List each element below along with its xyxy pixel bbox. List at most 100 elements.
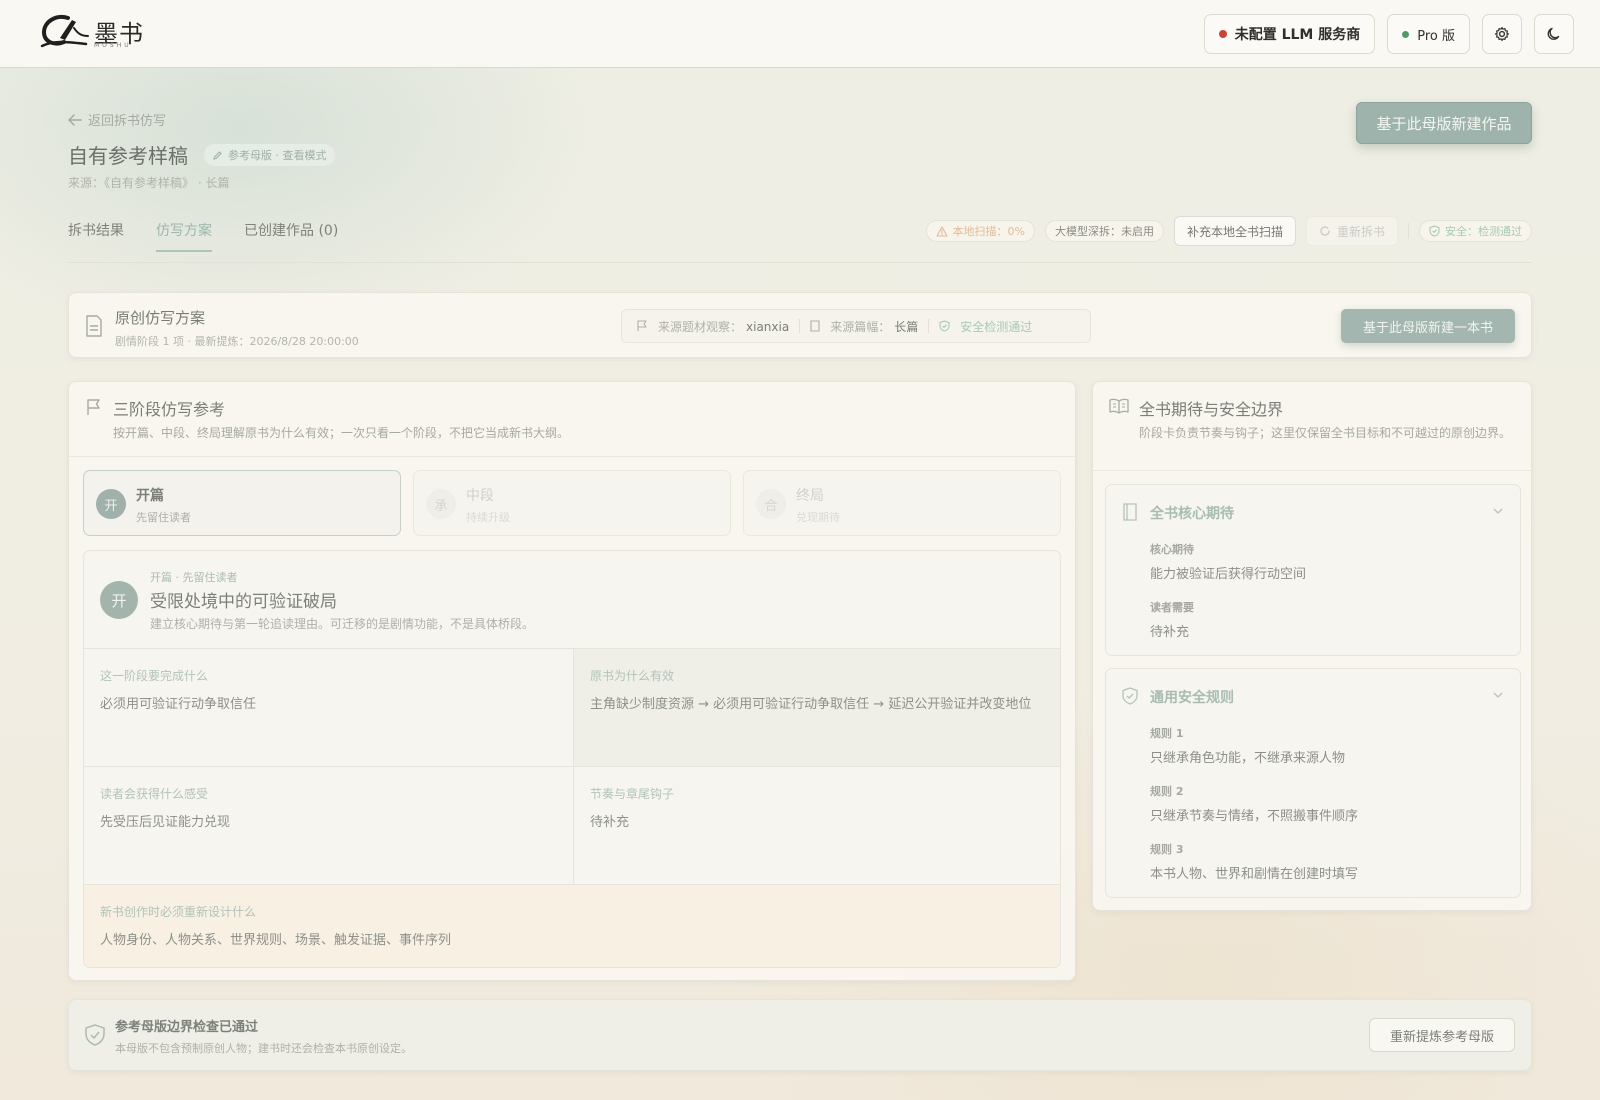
stage-detail-title: 受限处境中的可验证破局 <box>150 592 337 612</box>
back-link[interactable]: 返回拆书仿写 <box>68 110 166 129</box>
rule-label: 规则 3 <box>1150 843 1184 856</box>
settings-button[interactable] <box>1482 14 1522 54</box>
goal-value: 必须用可验证行动争取信任 <box>100 697 257 712</box>
tab-analysis-result[interactable]: 拆书结果 <box>68 220 124 252</box>
need-label: 读者需要 <box>1150 601 1194 614</box>
length-label: 来源篇幅： 长篇 <box>830 319 919 334</box>
core-expectation-accordion[interactable]: 全书核心期待 核心期待 能力被验证后获得行动空间 读者需要 待补充 <box>1105 484 1521 656</box>
status-row: 本地扫描：0% 大模型深拆：未启用 补充本地全书扫描 重新拆书 安全：检测通过 <box>925 216 1532 246</box>
safety-rules-title: 通用安全规则 <box>1150 690 1234 706</box>
boundary-check-card: 参考母版边界检查已通过 本母版不包含预制原创人物；建书时还会检查本书原创设定。 … <box>68 999 1532 1071</box>
new-book-from-template-button[interactable]: 基于此母版新建一本书 <box>1341 309 1515 343</box>
stage-tab-opening[interactable]: 开 开篇 先留住读者 <box>83 470 401 536</box>
meta-divider <box>928 319 930 333</box>
redesign-label: 新书创作时必须重新设计什么 <box>100 905 257 919</box>
rescan-button[interactable]: 重新拆书 <box>1305 216 1398 246</box>
bookmark-icon <box>1123 503 1137 521</box>
error-status-dot <box>1218 30 1227 38</box>
feel-label: 读者会获得什么感受 <box>100 787 209 801</box>
shield-check-icon <box>1122 687 1138 705</box>
why-value: 主角缺少制度资源 → 必须用可验证行动争取信任 → 延迟公开验证并改变地位 <box>590 697 1032 712</box>
stage-badge: 开 <box>96 489 126 519</box>
hook-value: 待补充 <box>590 815 630 830</box>
stage-detail: 开 开篇 · 先留住读者 受限处境中的可验证破局 建立核心期待与第一轮追读理由。… <box>83 550 1061 968</box>
tab-bar: 拆书结果 仿写方案 已创建作品 (0) <box>68 220 338 252</box>
stage-tab-middle[interactable]: 承 中段 持续升级 <box>413 470 731 536</box>
warning-icon <box>935 225 948 237</box>
stage-badge: 合 <box>756 489 786 519</box>
top-bar: 墨书 MOSHU 未配置 LLM 服务商 Pro 版 <box>0 0 1600 68</box>
plan-meta: 来源题材观察： xianxia 来源篇幅： 长篇 安全检测通过 <box>621 309 1091 343</box>
safety-label: 安全：检测通过 <box>1445 225 1522 238</box>
gear-icon <box>1494 26 1510 42</box>
new-work-from-template-button[interactable]: 基于此母版新建作品 <box>1356 102 1532 144</box>
core-expectation-title: 全书核心期待 <box>1150 506 1234 522</box>
stages-subtitle: 按开篇、中段、终局理解原书为什么有效；一次只看一个阶段，不把它当成新书大纲。 <box>113 426 570 440</box>
refresh-icon <box>1320 226 1330 236</box>
llm-status-label: 未配置 LLM 服务商 <box>1234 27 1361 43</box>
safety-rules-accordion[interactable]: 通用安全规则 规则 1 只继承角色功能，不继承来源人物 规则 2 只继承节奏与情… <box>1105 668 1521 898</box>
flag-icon <box>637 320 647 331</box>
goal-label: 这一阶段要完成什么 <box>100 669 209 683</box>
redesign-value: 人物身份、人物关系、世界规则、场景、触发证据、事件序列 <box>100 933 452 948</box>
safety-chip: 安全：检测通过 <box>1419 220 1532 242</box>
moon-icon <box>1547 27 1560 40</box>
core-label: 核心期待 <box>1150 543 1194 556</box>
feel-value: 先受压后见证能力兑现 <box>100 815 231 830</box>
theme-toggle-button[interactable] <box>1534 14 1574 54</box>
plan-card: 原创仿写方案 剧情阶段 1 项 · 最新提炼：2026/8/28 20:00:0… <box>68 292 1532 358</box>
why-cell: 原书为什么有效 主角缺少制度资源 → 必须用可验证行动争取信任 → 延迟公开验证… <box>573 649 1060 767</box>
expectations-title: 全书期待与安全边界 <box>1139 400 1284 419</box>
local-scan-chip: 本地扫描：0% <box>925 220 1035 242</box>
stage-name: 终局 <box>796 488 824 504</box>
stage-desc: 兑现期待 <box>796 511 840 524</box>
local-scan-label: 本地扫描：0% <box>952 225 1025 238</box>
stage-name: 中段 <box>466 488 494 504</box>
hook-cell: 节奏与章尾钩子 待补充 <box>573 767 1060 885</box>
goal-cell: 这一阶段要完成什么 必须用可验证行动争取信任 <box>84 649 573 767</box>
arrow-left-icon <box>68 113 82 126</box>
tabs-divider <box>68 262 1532 263</box>
llm-status-button[interactable]: 未配置 LLM 服务商 <box>1203 14 1376 54</box>
stage-badge: 承 <box>426 489 456 519</box>
feel-cell: 读者会获得什么感受 先受压后见证能力兑现 <box>84 767 573 885</box>
stage-detail-eyebrow: 开篇 · 先留住读者 <box>150 571 238 584</box>
stages-card: 三阶段仿写参考 按开篇、中段、终局理解原书为什么有效；一次只看一个阶段，不把它当… <box>68 381 1076 981</box>
app-logo[interactable]: 墨书 MOSHU <box>38 12 144 50</box>
mode-badge-label: 参考母版 · 查看模式 <box>228 149 327 162</box>
stage-desc: 持续升级 <box>466 511 510 524</box>
main-content: 返回拆书仿写 自有参考样稿 参考母版 · 查看模式 来源：《自有参考样稿》 · … <box>0 68 1600 1100</box>
stage-name: 开篇 <box>136 488 164 504</box>
re-extract-template-button[interactable]: 重新提炼参考母版 <box>1369 1018 1515 1052</box>
page-title: 自有参考样稿 <box>68 144 188 168</box>
stage-detail-header: 开 开篇 · 先留住读者 受限处境中的可验证破局 建立核心期待与第一轮追读理由。… <box>84 551 1060 649</box>
tab-created-works[interactable]: 已创建作品 (0) <box>244 220 338 252</box>
bookmark-icon <box>810 320 820 332</box>
supplement-scan-button[interactable]: 补充本地全书扫描 <box>1173 216 1296 246</box>
stage-desc: 先留住读者 <box>136 511 191 524</box>
pro-plan-button[interactable]: Pro 版 <box>1387 14 1470 54</box>
expectations-subtitle: 阶段卡负责节奏与钩子；这里仅保留全书目标和不可越过的原创边界。 <box>1139 426 1512 440</box>
pro-plan-label: Pro 版 <box>1417 28 1455 44</box>
active-status-dot <box>1402 30 1410 38</box>
genre-value: xianxia <box>746 319 790 334</box>
plan-subtitle: 剧情阶段 1 项 · 最新提炼：2026/8/28 20:00:00 <box>115 335 359 348</box>
tab-imitation-plan[interactable]: 仿写方案 <box>156 220 212 252</box>
mode-badge: 参考母版 · 查看模式 <box>204 144 335 166</box>
shield-check-icon <box>1429 225 1440 237</box>
source-line: 来源：《自有参考样稿》 · 长篇 <box>68 176 230 190</box>
rule-value: 只继承节奏与情绪，不照搬事件顺序 <box>1150 809 1359 824</box>
stage-detail-badge: 开 <box>100 581 138 619</box>
plan-title: 原创仿写方案 <box>115 309 206 327</box>
status-divider <box>1408 223 1409 239</box>
chevron-down-icon[interactable] <box>1492 505 1504 517</box>
flag-icon <box>87 399 100 415</box>
plan-safety-label: 安全检测通过 <box>960 319 1033 334</box>
rule-value: 本书人物、世界和剧情在创建时填写 <box>1150 867 1359 882</box>
top-actions: 未配置 LLM 服务商 Pro 版 <box>1203 14 1574 54</box>
chevron-down-icon[interactable] <box>1492 689 1504 701</box>
rescan-label: 重新拆书 <box>1336 224 1385 239</box>
back-link-label: 返回拆书仿写 <box>88 114 167 129</box>
stage-tab-ending[interactable]: 合 终局 兑现期待 <box>743 470 1061 536</box>
rule-label: 规则 2 <box>1150 785 1184 798</box>
